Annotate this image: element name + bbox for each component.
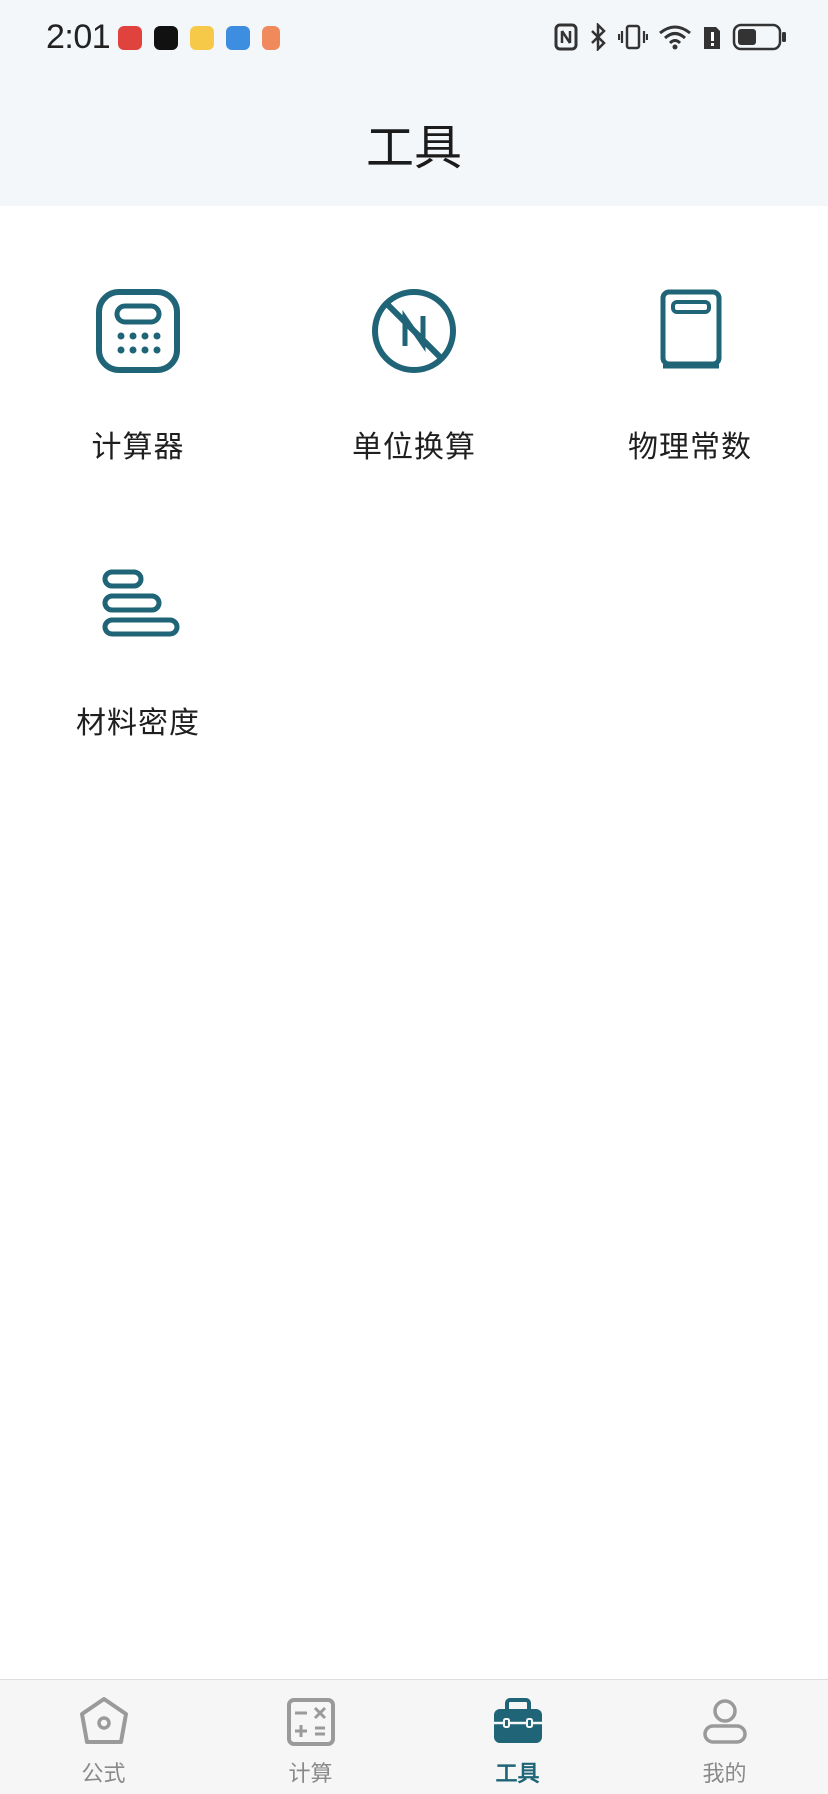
toolbox-icon [493,1698,542,1743]
battery-icon [732,23,786,51]
weibo-icon [190,26,214,50]
tool-calculator[interactable]: 计算器 [0,206,276,465]
tool-unit-convert[interactable]: 单位换算 [276,206,552,465]
tab-label: 计算 [288,1762,333,1787]
notification-icons [118,26,280,50]
tab-tools[interactable]: 工具 [414,1680,621,1794]
tool-physics-constants[interactable]: 物理常数 [552,206,828,465]
formula-icon [79,1697,128,1744]
tab-label: 我的 [702,1762,747,1787]
tool-label: 物理常数 [628,430,752,465]
tab-profile[interactable]: 我的 [621,1680,828,1794]
page-title: 工具 [365,120,462,176]
tool-label: 单位换算 [352,430,476,465]
calculator-icon [96,289,180,373]
book-icon [660,289,722,369]
bluetooth-icon [591,23,606,51]
tab-label: 工具 [495,1762,540,1787]
clock: 2:01 [46,18,111,56]
vibrate-icon [618,24,648,50]
status-bar: 2:01 [0,0,828,80]
video-app-icon [154,26,178,50]
system-icons [554,22,788,52]
tool-material-density[interactable]: 材料密度 [0,482,276,741]
unit-convert-icon [372,289,456,373]
density-bars-icon [102,569,180,637]
header: 工具 [0,80,828,206]
tab-label: 公式 [81,1762,126,1787]
tab-formula[interactable]: 公式 [0,1680,207,1794]
bottom-tab-bar: 公式 计算 工具 我的 [0,1679,828,1794]
tool-label: 材料密度 [76,706,200,741]
weather-icon [226,26,250,50]
reader-icon [262,26,280,50]
tab-calculate[interactable]: 计算 [207,1680,414,1794]
tool-label: 计算器 [91,430,185,465]
calculate-icon [286,1698,335,1746]
huawei-store-icon [118,26,142,50]
profile-icon [702,1699,747,1744]
wifi-icon [659,25,691,50]
nfc-icon [554,23,578,51]
sim-alert-icon [704,27,720,49]
